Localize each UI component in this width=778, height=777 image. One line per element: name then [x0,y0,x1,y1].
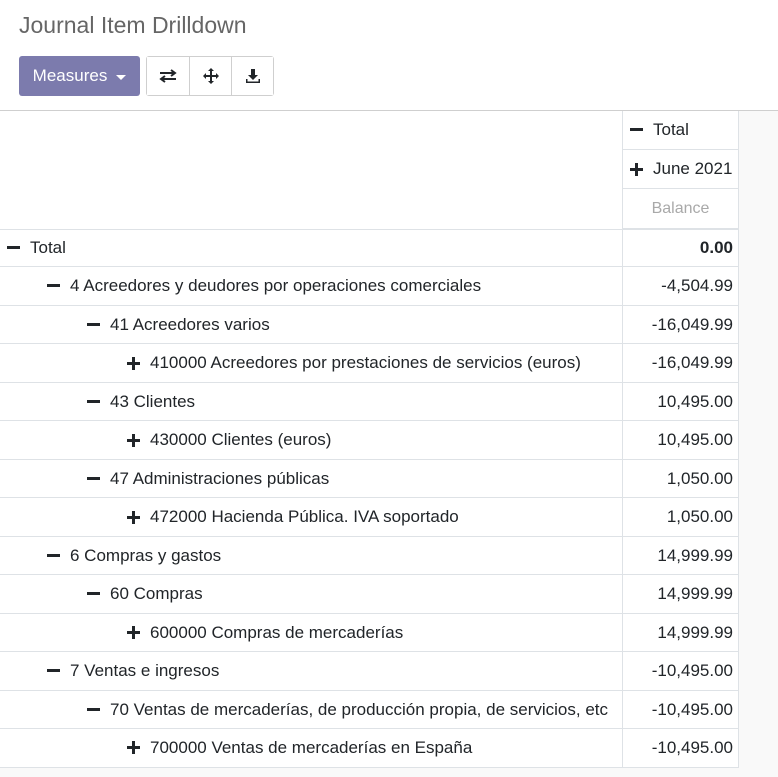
pivot-row: 70 Ventas de mercaderías, de producción … [0,691,739,729]
pivot-row-label: 70 Ventas de mercaderías, de producción … [110,699,609,719]
plus-icon [126,510,140,524]
plus-icon [126,356,140,370]
measures-label: Measures [32,66,108,85]
pivot-cell-value[interactable]: 0.00 [622,230,739,266]
pivot-row: 700000 Ventas de mercaderías en España -1… [0,729,739,768]
pivot-cell-value[interactable]: 10,495.00 [622,421,739,459]
col-header-period-label: June 2021 [653,159,733,178]
pivot-row-label: 410000 Acreedores por prestaciones de se… [150,353,581,372]
plus-icon [126,741,140,755]
minus-icon [86,472,100,486]
pivot-row-label: 430000 Clientes (euros) [150,430,332,449]
minus-icon [46,549,60,563]
pivot-row: Total 0.00 [0,229,739,267]
download-icon [245,69,260,83]
pivot-row-label: 700000 Ventas de mercaderías en España [150,737,473,757]
pivot-row-label: 41 Acreedores varios [110,314,270,334]
exchange-icon [159,69,177,83]
pivot-cell-value[interactable]: -10,495.00 [622,652,739,690]
pivot-cell-value[interactable]: 14,999.99 [622,537,739,574]
flip-axis-button[interactable] [147,57,189,95]
pivot-row-header[interactable]: 6 Compras y gastos [0,537,622,574]
plus-icon [629,162,643,176]
minus-icon [46,279,60,293]
pivot-row-label: 43 Clientes [110,391,196,411]
pivot-row-label: Total [30,238,66,257]
pivot-row-header[interactable]: 600000 Compras de mercaderías [0,614,622,651]
pivot-cell-value[interactable]: -16,049.99 [622,306,739,343]
pivot-cell-value[interactable]: -10,495.00 [622,691,739,728]
measures-dropdown-button[interactable]: Measures [19,56,140,96]
pivot-table: Total June 2021 Balance Total 0.00 4 Acree… [0,111,778,777]
pivot-row-label: 472000 Hacienda Pública. IVA soportado [150,507,459,526]
measure-header: Balance [622,189,739,229]
pivot-cell-value[interactable]: 1,050.00 [622,498,739,536]
pivot-row-label: 60 Compras [110,584,203,603]
pivot-row-header[interactable]: 4 Acreedores y deudores por operaciones … [0,267,622,305]
minus-icon [86,587,100,601]
pivot-row: 60 Compras 14,999.99 [0,575,739,614]
minus-icon [46,664,60,678]
minus-icon [86,318,100,332]
pivot-row-header[interactable]: 430000 Clientes (euros) [0,421,622,459]
pivot-row-label: 600000 Compras de mercaderías [150,622,404,642]
pivot-row-label: 6 Compras y gastos [70,545,222,565]
measure-header-label: Balance [651,199,710,217]
pivot-row-header[interactable]: 7 Ventas e ingresos [0,652,622,690]
minus-icon [6,241,20,255]
download-button[interactable] [231,57,273,95]
pivot-cell-value[interactable]: 1,050.00 [622,460,739,497]
pivot-row: 43 Clientes 10,495.00 [0,383,739,421]
pivot-cell-value[interactable]: -16,049.99 [622,344,739,382]
minus-icon [86,703,100,717]
page-title: Journal Item Drilldown [19,12,247,38]
caret-down-icon [116,74,127,80]
pivot-row-label: 47 Administraciones públicas [110,468,330,488]
col-header-period[interactable]: June 2021 [622,150,739,189]
pivot-cell-value[interactable]: 10,495.00 [622,383,739,420]
pivot-row-header[interactable]: 70 Ventas de mercaderías, de producción … [0,691,622,728]
pivot-cell-value[interactable]: 14,999.99 [622,614,739,651]
col-header-total-label: Total [653,120,689,139]
pivot-row: 600000 Compras de mercaderías 14,999.99 [0,614,739,652]
pivot-row: 4 Acreedores y deudores por operaciones … [0,267,739,306]
pivot-row-header[interactable]: 700000 Ventas de mercaderías en España [0,729,622,767]
pivot-row-header[interactable]: 47 Administraciones públicas [0,460,622,497]
pivot-row: 472000 Hacienda Pública. IVA soportado 1,… [0,498,739,537]
pivot-row: 41 Acreedores varios -16,049.99 [0,306,739,344]
col-header-total[interactable]: Total [622,111,739,150]
pivot-cell-value[interactable]: -4,504.99 [622,267,739,305]
pivot-row: 47 Administraciones públicas 1,050.00 [0,460,739,498]
pivot-row-header[interactable]: 60 Compras [0,575,622,613]
pivot-row: 7 Ventas e ingresos -10,495.00 [0,652,739,691]
arrows-icon [202,68,219,84]
pivot-toolbar: Measures [19,56,274,96]
pivot-row: 6 Compras y gastos 14,999.99 [0,537,739,575]
minus-icon [629,123,643,137]
pivot-corner [0,111,622,229]
pivot-row-header[interactable]: 43 Clientes [0,383,622,420]
pivot-row: 430000 Clientes (euros) 10,495.00 [0,421,739,460]
plus-icon [126,433,140,447]
pivot-row: 410000 Acreedores por prestaciones de se… [0,344,739,383]
pivot-row-label: 4 Acreedores y deudores por operaciones … [70,276,482,295]
expand-all-button[interactable] [189,57,231,95]
control-panel: Journal Item Drilldown Measures [0,0,778,111]
pivot-row-label: 7 Ventas e ingresos [70,661,220,680]
pivot-cell-value[interactable]: -10,495.00 [622,729,739,767]
pivot-row-header[interactable]: 41 Acreedores varios [0,306,622,343]
pivot-actions-group [146,56,274,96]
pivot-row-header[interactable]: 472000 Hacienda Pública. IVA soportado [0,498,622,536]
pivot-row-header[interactable]: Total [0,230,622,266]
pivot-row-header[interactable]: 410000 Acreedores por prestaciones de se… [0,344,622,382]
pivot-cell-value[interactable]: 14,999.99 [622,575,739,613]
plus-icon [126,626,140,640]
minus-icon [86,395,100,409]
